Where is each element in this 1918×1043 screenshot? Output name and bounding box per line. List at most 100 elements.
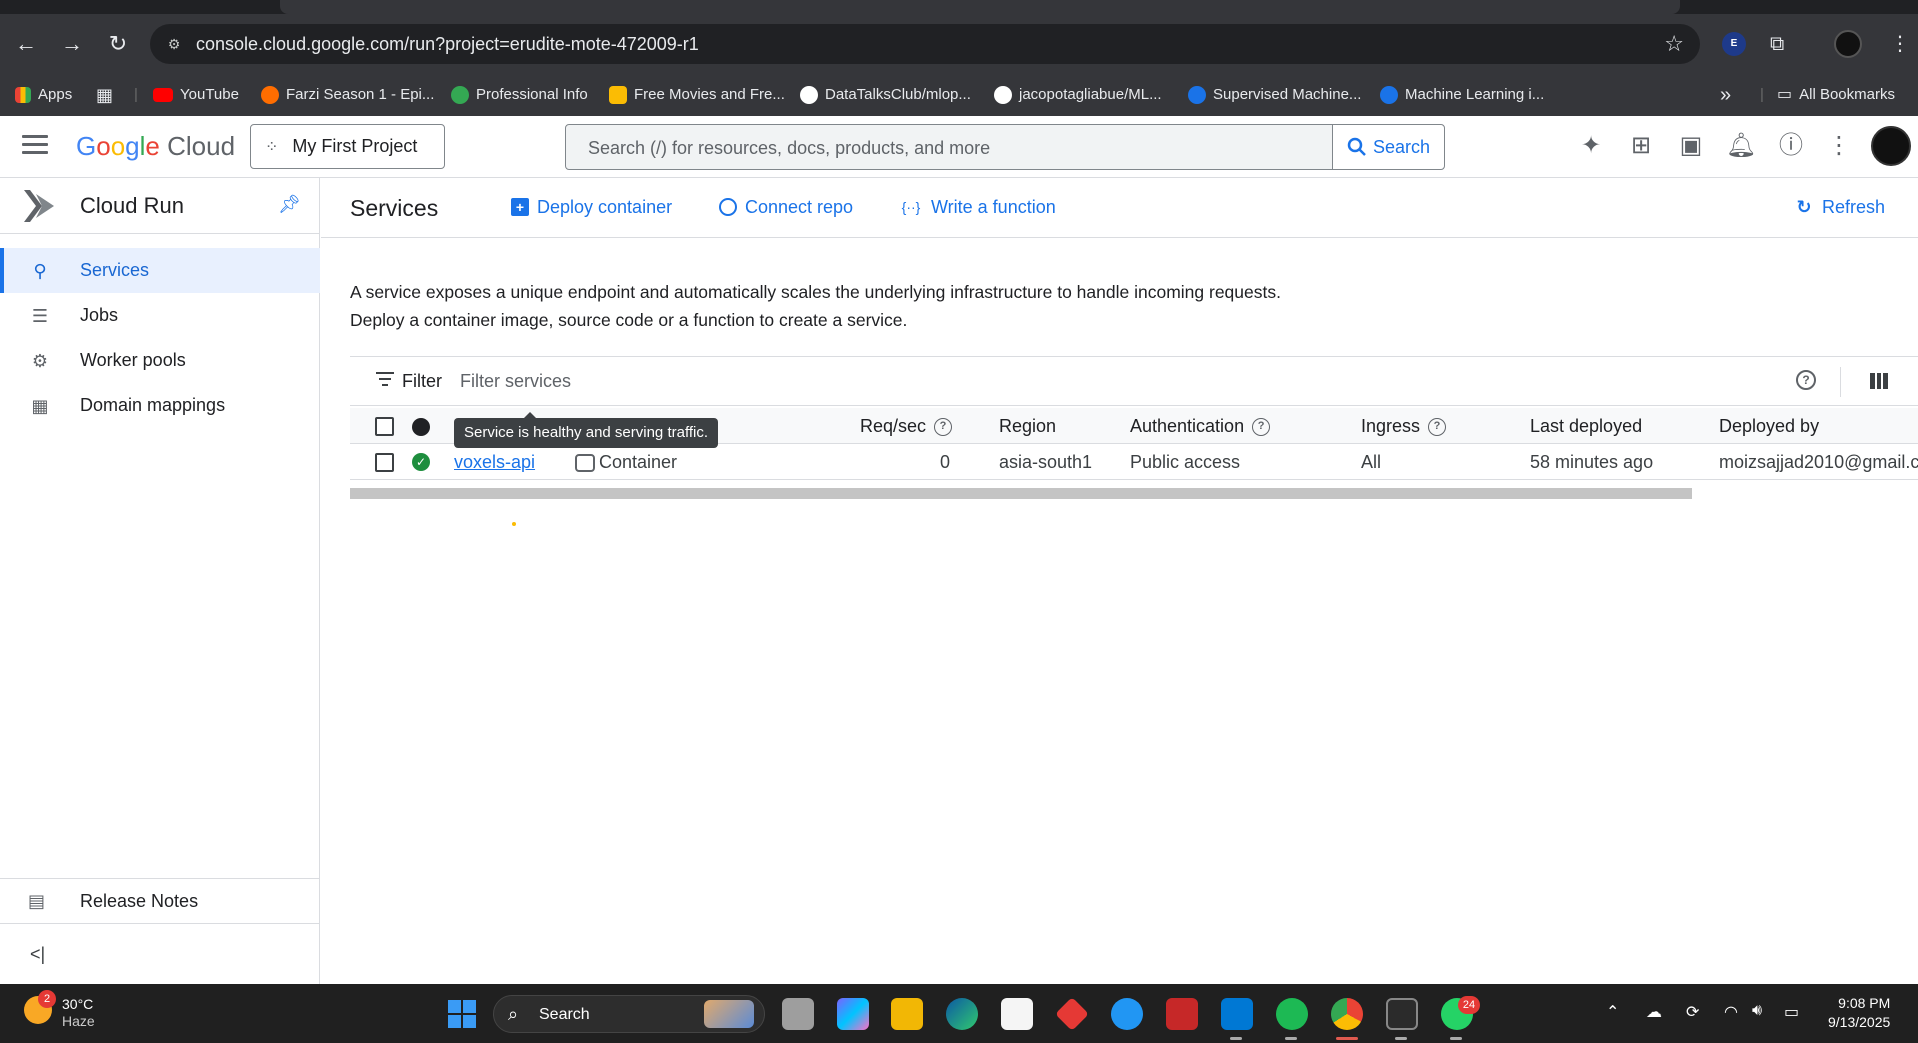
running-indicator: [1450, 1037, 1462, 1040]
gift-icon[interactable]: ⊞: [1624, 129, 1658, 163]
select-all-checkbox[interactable]: [375, 417, 394, 436]
vscode-icon[interactable]: [1221, 998, 1253, 1030]
help-app-icon[interactable]: [1111, 998, 1143, 1030]
help-icon[interactable]: ?: [1428, 418, 1447, 437]
search-icon: [1347, 137, 1366, 156]
more-vert-icon[interactable]: ⋮: [1822, 129, 1856, 163]
bookmark-star-icon[interactable]: ☆: [1664, 32, 1684, 56]
taskbar-search[interactable]: ⌕ Search: [493, 995, 765, 1033]
bookmark-youtube[interactable]: YouTube: [153, 84, 239, 106]
project-picker-button[interactable]: ⁘ My First Project: [250, 124, 445, 169]
collapse-sidebar-icon[interactable]: <|: [30, 944, 45, 965]
hd-icon: [609, 86, 627, 104]
help-icon[interactable]: ?: [934, 418, 953, 437]
services-icon: ⚲: [33, 260, 47, 281]
help-icon[interactable]: ?: [1252, 418, 1271, 437]
bookmark-apps[interactable]: Apps: [15, 84, 72, 106]
microsoft-store-icon[interactable]: [1001, 998, 1033, 1030]
bookmark-professional-info[interactable]: Professional Info: [451, 84, 588, 106]
file-explorer-icon[interactable]: [891, 998, 923, 1030]
filter-icon[interactable]: [376, 372, 394, 388]
active-tab[interactable]: [280, 0, 1680, 14]
main-content: Services + Deploy container Connect repo…: [321, 178, 1918, 984]
url-text[interactable]: console.cloud.google.com/run?project=eru…: [196, 34, 699, 54]
column-display-icon[interactable]: [1870, 373, 1889, 389]
connect-repo-button[interactable]: Connect repo: [719, 196, 853, 218]
horizontal-scrollbar[interactable]: [350, 488, 1692, 499]
chrome-icon[interactable]: [1331, 998, 1363, 1030]
bookmark-supervised-ml[interactable]: Supervised Machine...: [1188, 84, 1361, 106]
last-deployed-cell: 58 minutes ago: [1530, 452, 1654, 472]
help-icon[interactable]: ?: [1796, 370, 1816, 390]
battery-icon[interactable]: ▭: [1784, 1002, 1799, 1022]
reload-icon[interactable]: ↻: [102, 28, 134, 60]
bookmark-machine-learning[interactable]: Machine Learning i...: [1380, 84, 1544, 106]
forward-icon[interactable]: →: [56, 28, 88, 60]
system-clock[interactable]: 9:08 PM 9/13/2025: [1828, 994, 1890, 1032]
filter-label[interactable]: Filter: [402, 371, 442, 392]
cloud-shell-icon[interactable]: ▣: [1674, 129, 1708, 163]
notifications-bell-icon[interactable]: 🔔︎: [1724, 129, 1758, 163]
header-deployed-by[interactable]: Deployed by: [1719, 416, 1819, 436]
chrome-profile-avatar[interactable]: [1834, 30, 1862, 58]
weather-sun-icon: 2: [24, 990, 56, 1024]
all-bookmarks[interactable]: ▭ All Bookmarks: [1777, 84, 1895, 106]
sidebar-item-worker-pools[interactable]: ⚙ Worker pools: [0, 338, 320, 383]
header-authentication[interactable]: Authentication?: [1130, 416, 1271, 437]
copilot-icon[interactable]: [837, 998, 869, 1030]
header-ingress[interactable]: Ingress?: [1361, 416, 1447, 437]
help-icon[interactable]: ⓘ: [1774, 129, 1808, 163]
filter-input[interactable]: Filter services: [460, 371, 571, 392]
git-icon[interactable]: [1055, 997, 1089, 1031]
wifi-icon[interactable]: ◠: [1724, 1002, 1738, 1022]
gemini-sparkle-icon[interactable]: ✦: [1574, 129, 1608, 163]
sidebar-item-jobs[interactable]: ☰ Jobs: [0, 293, 320, 338]
bookmark-free-movies[interactable]: Free Movies and Fre...: [609, 84, 785, 106]
tab-groups-icon[interactable]: ▦: [96, 84, 113, 106]
bookmarks-bar: Apps ▦ | YouTube Farzi Season 1 - Epi...…: [0, 74, 1918, 116]
spotify-icon[interactable]: [1276, 998, 1308, 1030]
extensions-puzzle-icon[interactable]: ⧉: [1770, 32, 1784, 56]
release-notes-link[interactable]: ▤ Release Notes: [0, 878, 320, 924]
header-req-sec[interactable]: Req/sec?: [860, 416, 953, 437]
account-avatar[interactable]: [1871, 126, 1911, 166]
mcafee-icon[interactable]: [1166, 998, 1198, 1030]
google-cloud-logo[interactable]: Google Cloud: [76, 130, 235, 162]
row-checkbox[interactable]: [375, 453, 394, 472]
address-bar[interactable]: ⚙ console.cloud.google.com/run?project=e…: [150, 24, 1700, 64]
volume-icon[interactable]: 🔊︎: [1752, 1002, 1762, 1020]
windows-taskbar: 2 30°C Haze ⌕ Search 24 ⌃ ☁ ⟳ ◠ 🔊︎ ▭ 9:08…: [0, 984, 1918, 1043]
page-description: A service exposes a unique endpoint and …: [350, 282, 1281, 330]
extension-e-icon[interactable]: E: [1722, 32, 1746, 56]
back-icon[interactable]: ←: [10, 28, 42, 60]
windows-start-icon[interactable]: [446, 998, 478, 1030]
bookmark-farzi[interactable]: Farzi Season 1 - Epi...: [261, 84, 434, 106]
sync-icon[interactable]: ⟳: [1686, 1002, 1699, 1022]
terminal-icon[interactable]: [1386, 998, 1418, 1030]
more-bookmarks-icon[interactable]: »: [1720, 84, 1731, 106]
edge-icon[interactable]: [946, 998, 978, 1030]
table-row[interactable]: ✓ voxels-api Container 0 asia-south1 Pub…: [350, 444, 1918, 480]
pin-icon[interactable]: 📌︎: [278, 194, 301, 215]
onedrive-icon[interactable]: ☁: [1646, 1002, 1662, 1022]
weather-widget[interactable]: 2 30°C Haze: [24, 990, 95, 1030]
deploy-container-button[interactable]: + Deploy container: [511, 196, 672, 218]
show-hidden-icons[interactable]: ⌃: [1606, 1002, 1619, 1022]
refresh-button[interactable]: ↻ Refresh: [1794, 196, 1885, 218]
service-name-link[interactable]: voxels-api: [454, 452, 535, 472]
bookmark-jacopotagliabue[interactable]: jacopotagliabue/ML...: [994, 84, 1162, 106]
bookmark-datatalksclub[interactable]: DataTalksClub/mlop...: [800, 84, 971, 106]
chrome-menu-icon[interactable]: ⋮: [1890, 32, 1910, 56]
sidebar-item-domain-mappings[interactable]: ▦ Domain mappings: [0, 383, 320, 428]
task-view-icon[interactable]: [782, 998, 814, 1030]
search-input[interactable]: Search (/) for resources, docs, products…: [565, 124, 1445, 170]
github-icon: [719, 198, 737, 216]
browser-tab-strip: [0, 0, 1918, 14]
header-region[interactable]: Region: [999, 416, 1056, 436]
sidebar-item-services[interactable]: ⚲ Services: [0, 248, 320, 293]
search-button[interactable]: Search: [1332, 125, 1444, 169]
site-settings-icon[interactable]: ⚙: [164, 34, 184, 54]
menu-icon[interactable]: [22, 135, 48, 157]
header-last-deployed[interactable]: Last deployed: [1530, 416, 1642, 436]
write-function-button[interactable]: {··} Write a function: [899, 196, 1056, 218]
